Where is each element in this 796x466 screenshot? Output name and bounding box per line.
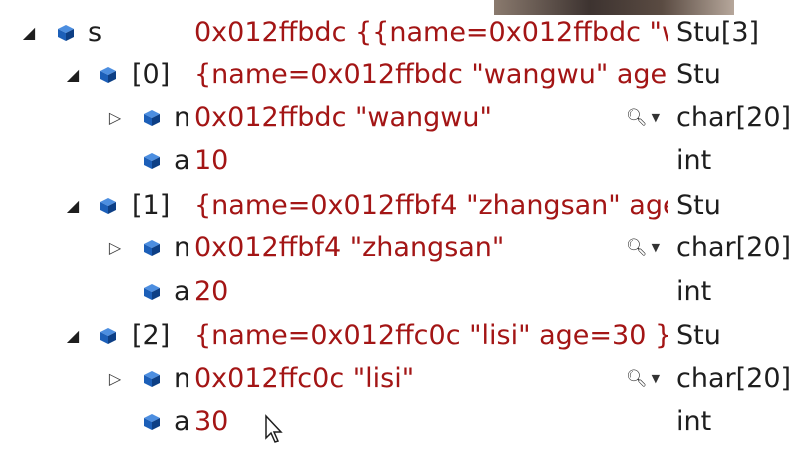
text-visualizer-button[interactable]: 🔍︎ ▼ [626, 226, 670, 270]
variable-name: [1] [132, 190, 171, 221]
collapse-triangle-icon[interactable]: ◢ [64, 53, 82, 97]
collapse-triangle-icon[interactable]: ◢ [64, 184, 82, 228]
variable-value[interactable]: 0x012ffbf4 "zhangsan" [194, 226, 614, 270]
expand-triangle-icon[interactable]: ▷ [106, 96, 124, 140]
variable-name: age [174, 406, 188, 437]
variable-name: age [174, 145, 188, 176]
variable-type: Stu [676, 190, 721, 221]
field-cube-icon [140, 139, 164, 183]
variable-name: age [174, 276, 188, 307]
watch-row[interactable]: ◢ s 0x012ffbdc {{name=0x012ffbdc "wangwu… [0, 11, 796, 55]
variable-name: [0] [132, 59, 171, 90]
chevron-down-icon: ▼ [651, 111, 661, 124]
collapse-triangle-icon[interactable]: ◢ [20, 11, 38, 55]
collapse-triangle-icon[interactable]: ◢ [64, 314, 82, 358]
magnifier-icon: 🔍︎ [626, 108, 648, 128]
watch-row[interactable]: ▷ name 0x012ffbf4 "zhangsan" 🔍︎▼ char[20… [0, 226, 796, 270]
variable-type: Stu[3] [676, 17, 760, 48]
watch-row[interactable]: age 30 int [0, 400, 796, 444]
field-cube-icon [140, 270, 164, 314]
field-cube-icon [54, 11, 78, 55]
mouse-pointer-icon [265, 414, 283, 443]
variable-type: int [676, 276, 712, 307]
variable-type: int [676, 406, 712, 437]
field-cube-icon [140, 400, 164, 444]
variable-name: [2] [132, 320, 171, 351]
chevron-down-icon: ▼ [651, 372, 661, 385]
text-visualizer-button[interactable]: 🔍︎ ▼ [626, 96, 670, 140]
watch-row[interactable]: ◢ [0] {name=0x012ffbdc "wangwu" age=10 }… [0, 53, 796, 97]
variable-type: char[20] [676, 232, 792, 263]
variable-type: Stu [676, 59, 721, 90]
variable-name: name [174, 102, 188, 133]
variable-type: int [676, 145, 712, 176]
variable-value[interactable]: 0x012ffbdc "wangwu" [194, 96, 614, 140]
watch-row[interactable]: age 20 int [0, 270, 796, 314]
watch-row[interactable]: ◢ [1] {name=0x012ffbf4 "zhangsan" age=20… [0, 184, 796, 228]
variable-value[interactable]: {name=0x012ffc0c "lisi" age=30 } [194, 314, 668, 358]
variable-type: Stu [676, 320, 721, 351]
watch-row[interactable]: ◢ [2] {name=0x012ffc0c "lisi" age=30 } S… [0, 314, 796, 358]
field-cube-icon [140, 226, 164, 270]
variable-value[interactable]: 20 [194, 270, 668, 314]
watch-row[interactable]: ▷ name 0x012ffc0c "lisi" 🔍︎▼ char[20] [0, 357, 796, 401]
watch-row[interactable]: ▷ name 0x012ffbdc "wangwu" 🔍︎▼ char[20] [0, 96, 796, 140]
variable-value[interactable]: {name=0x012ffbdc "wangwu" age=10 } [194, 53, 668, 97]
field-cube-icon [96, 184, 120, 228]
watch-window: ◢ s 0x012ffbdc {{name=0x012ffbdc "wangwu… [0, 0, 796, 466]
variable-type: char[20] [676, 363, 792, 394]
field-cube-icon [140, 357, 164, 401]
expand-triangle-icon[interactable]: ▷ [106, 357, 124, 401]
variable-value[interactable]: 0x012ffc0c "lisi" [194, 357, 614, 401]
variable-value[interactable]: {name=0x012ffbf4 "zhangsan" age=20 } [194, 184, 668, 228]
magnifier-icon: 🔍︎ [626, 238, 648, 258]
variable-name: name [174, 232, 188, 263]
variable-value[interactable]: 0x012ffbdc {{name=0x012ffbdc "wangwu" ag… [194, 11, 668, 55]
field-cube-icon [96, 53, 120, 97]
variable-name: name [174, 363, 188, 394]
field-cube-icon [96, 314, 120, 358]
expand-triangle-icon[interactable]: ▷ [106, 226, 124, 270]
variable-type: char[20] [676, 102, 792, 133]
variable-name: s [88, 17, 103, 48]
magnifier-icon: 🔍︎ [626, 369, 648, 389]
variable-value[interactable]: 10 [194, 139, 668, 183]
field-cube-icon [140, 96, 164, 140]
chevron-down-icon: ▼ [651, 241, 661, 254]
text-visualizer-button[interactable]: 🔍︎ ▼ [626, 357, 670, 401]
watch-row[interactable]: age 10 int [0, 139, 796, 183]
